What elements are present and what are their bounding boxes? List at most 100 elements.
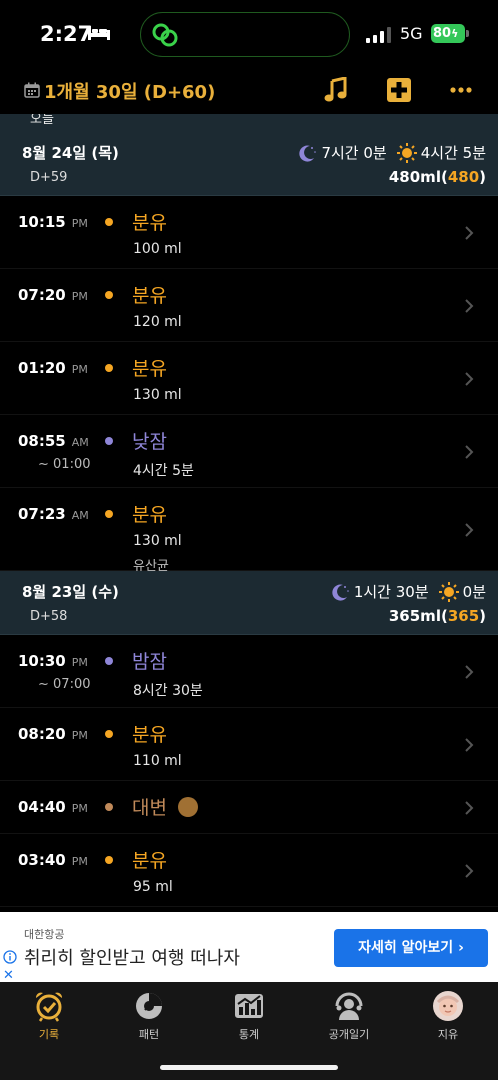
battery-level: 80 [433, 26, 452, 41]
time-value: 07:20 [18, 286, 66, 304]
time-value: 10:15 [18, 213, 66, 231]
time-value: 01:20 [18, 359, 66, 377]
baby-avatar-icon [433, 991, 463, 1021]
feeding-dot [105, 730, 113, 738]
poop-color-swatch [178, 797, 198, 817]
feeding-dot [105, 218, 113, 226]
signal-icon [366, 27, 391, 43]
day-total: 365ml(365) [388, 607, 486, 625]
calendar-icon[interactable] [24, 82, 40, 98]
list-item[interactable]: 03:40 PM 분유 95 ml [0, 834, 498, 907]
tab-public-diary[interactable]: 공개일기 [319, 990, 379, 1042]
pattern-chart-icon [136, 993, 162, 1019]
more-icon[interactable] [448, 77, 474, 103]
day-header: 8월 23일 (수) D+58 1시간 30분 0분 365ml(365) [0, 571, 498, 635]
ad-info-icon[interactable] [3, 950, 17, 964]
entry-time: 10:15 PM [18, 213, 88, 231]
entry-time: 08:55 AM [18, 432, 89, 450]
tab-label: 기록 [38, 1028, 60, 1041]
entry-title: 분유 [132, 850, 167, 872]
time-ampm: PM [71, 217, 88, 230]
entry-title: 분유 [132, 358, 167, 380]
total-ml: 365ml [388, 607, 441, 625]
link-rings-icon [152, 23, 178, 47]
entry-time: 04:40 PM [18, 798, 88, 816]
total-paren: 365 [447, 607, 480, 625]
wake-summary: 4시간 5분 [420, 144, 486, 162]
list-item[interactable]: 10:15 PM 분유 100 ml [0, 196, 498, 269]
ad-banner[interactable]: 대한항공 취리히 할인받고 여행 떠나자 ✕ 자세히 알아보기 › [0, 912, 498, 983]
tab-pattern[interactable]: 패턴 [119, 990, 179, 1042]
feeding-dot [105, 364, 113, 372]
alarm-clock-icon [35, 992, 63, 1022]
entry-amount: 130 ml [133, 533, 182, 549]
tab-profile[interactable]: 지유 [418, 990, 478, 1042]
public-diary-icon [335, 992, 363, 1020]
entry-title: 분유 [132, 724, 167, 746]
entry-title: 대변 [132, 797, 167, 819]
time-value: 08:55 [18, 432, 66, 450]
list-item[interactable]: 10:30 PM ~ 07:00 밤잠 8시간 30분 [0, 635, 498, 708]
entry-duration: 8시간 30분 [133, 683, 203, 699]
entry-time: 08:20 PM [18, 725, 88, 743]
tab-statistics[interactable]: 통계 [219, 990, 279, 1042]
tab-label: 공개일기 [328, 1028, 370, 1041]
chevron-right-icon [465, 226, 474, 240]
status-time: 2:27 [40, 22, 93, 46]
list-item[interactable]: 08:55 AM ~ 01:00 낮잠 4시간 5분 [0, 415, 498, 488]
entry-amount: 110 ml [133, 753, 182, 769]
wake-summary: 0분 [462, 583, 486, 601]
time-ampm: PM [71, 855, 88, 868]
chevron-right-icon [465, 665, 474, 679]
tab-label: 통계 [238, 1028, 260, 1041]
music-note-icon[interactable] [323, 77, 349, 103]
moon-icon [332, 584, 349, 601]
sleep-dot [105, 657, 113, 665]
chevron-right-icon [465, 801, 474, 815]
today-label: 오늘 [0, 114, 498, 132]
entry-duration: 4시간 5분 [133, 463, 194, 479]
page-title[interactable]: 1개월 30일 (D+60) [44, 78, 215, 104]
list-item[interactable]: 08:20 PM 분유 110 ml [0, 708, 498, 781]
tab-record[interactable]: 기록 [19, 990, 79, 1042]
total-paren: 480 [447, 168, 480, 186]
day-date: 8월 24일 (목) [22, 144, 119, 162]
entry-time: 03:40 PM [18, 851, 88, 869]
day-summary: 7시간 0분 4시간 5분 [297, 142, 486, 163]
medical-plus-icon[interactable] [386, 77, 412, 103]
time-value: 10:30 [18, 652, 66, 670]
ad-headline[interactable]: 취리히 할인받고 여행 떠나자 [24, 944, 240, 970]
ad-cta-button[interactable]: 자세히 알아보기 › [334, 929, 488, 967]
feeding-dot [105, 856, 113, 864]
feeding-dot [105, 291, 113, 299]
entry-amount: 95 ml [133, 879, 173, 895]
chevron-right-icon [465, 738, 474, 752]
list-item[interactable]: 01:20 PM 분유 130 ml [0, 342, 498, 415]
list-item[interactable]: 04:40 PM 대변 [0, 781, 498, 834]
entry-title: 밤잠 [132, 651, 167, 673]
home-indicator[interactable] [160, 1065, 338, 1070]
list-item[interactable]: 07:23 AM 분유 130 ml 유산균 [0, 488, 498, 574]
moon-icon [299, 145, 317, 162]
entry-title: 분유 [132, 212, 167, 234]
entry-amount: 120 ml [133, 314, 182, 330]
time-value: 03:40 [18, 851, 66, 869]
sleep-summary: 1시간 30분 [353, 583, 429, 601]
sun-icon [396, 142, 417, 163]
time-ampm: AM [71, 509, 89, 522]
record-list[interactable]: 오늘 8월 24일 (목) D+59 7시간 0분 4시간 5분 480ml(4… [0, 114, 498, 912]
app-header: 1개월 30일 (D+60) [0, 70, 498, 114]
time-value: 07:23 [18, 505, 66, 523]
dynamic-island[interactable] [140, 12, 350, 57]
ad-brand: 대한항공 [24, 928, 65, 941]
time-ampm: PM [71, 802, 88, 815]
chevron-right-icon [465, 523, 474, 537]
list-item[interactable]: 07:20 PM 분유 120 ml [0, 269, 498, 342]
entry-time: 07:23 AM [18, 505, 89, 523]
poop-dot [105, 803, 113, 811]
network-type: 5G [400, 24, 423, 43]
entry-end-time: ~ 01:00 [38, 457, 91, 472]
entry-time: 01:20 PM [18, 359, 88, 377]
ad-close-button[interactable]: ✕ [3, 968, 14, 983]
time-ampm: PM [71, 656, 88, 669]
